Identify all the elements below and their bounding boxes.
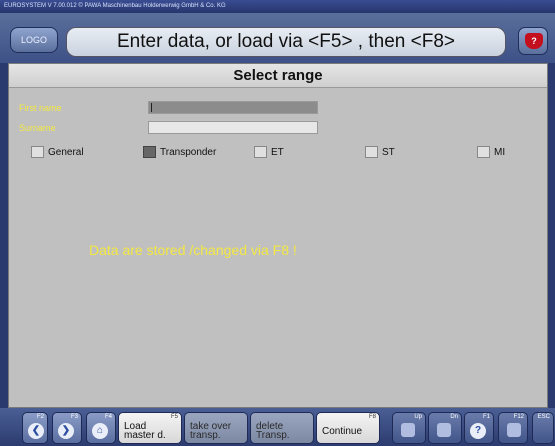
page-down-icon (437, 423, 451, 437)
window-title: EUROSYSTEM V 7.00.012 © PAWA Maschinenba… (4, 3, 226, 9)
key-number: Up (414, 414, 422, 420)
f3-forward-button[interactable]: F3 ❯ (52, 412, 82, 444)
button-label: take over transp. (190, 421, 232, 441)
key-number: F2 (36, 414, 44, 420)
f4-home-button[interactable]: F4 ⌂ (86, 412, 116, 444)
first-name-label: First name (19, 103, 62, 113)
key-number: ESC (537, 414, 550, 420)
surname-field[interactable] (148, 121, 318, 134)
f5-load-master-data-button[interactable]: F5 Load master d. (118, 412, 182, 444)
page-title: Select range (9, 64, 547, 88)
status-message: Data are stored /changed via F8 ! (89, 242, 297, 258)
first-name-field[interactable] (148, 101, 318, 114)
checkbox-general[interactable]: General (31, 146, 84, 158)
delete-transponder-button[interactable]: delete Transp. (250, 412, 314, 444)
page-down-button[interactable]: Dn (428, 412, 462, 444)
text-cursor (151, 103, 152, 112)
button-label: Load master d. (124, 421, 166, 441)
help-icon: ? (525, 33, 543, 49)
key-number: F3 (70, 414, 78, 420)
key-number: F1 (482, 414, 490, 420)
checkbox-transponder[interactable]: Transponder (143, 146, 216, 158)
f1-help-button[interactable]: F1 ? (464, 412, 494, 444)
key-number: F5 (170, 414, 178, 420)
button-label: delete Transp. (256, 421, 290, 441)
escape-button[interactable]: ESC (532, 412, 554, 444)
page-up-icon (401, 423, 415, 437)
surname-label: Surname (19, 123, 56, 133)
key-number: F4 (104, 414, 112, 420)
checkbox-label: Transponder (160, 146, 217, 158)
arrow-right-icon: ❯ (58, 423, 74, 439)
checkbox-box (365, 146, 378, 158)
tool-icon (507, 423, 521, 437)
checkbox-et[interactable]: ET (254, 146, 284, 158)
button-label: Continue (322, 426, 363, 437)
checkbox-label: ET (271, 146, 284, 158)
instruction-banner: Enter data, or load via <F5> , then <F8> (66, 27, 506, 57)
key-number: F8 (368, 414, 376, 420)
checkbox-label: MI (494, 146, 506, 158)
take-over-transponder-button[interactable]: take over transp. (184, 412, 248, 444)
checkbox-box-checked (143, 146, 156, 158)
page-up-button[interactable]: Up (392, 412, 426, 444)
checkbox-label: ST (382, 146, 395, 158)
checkbox-box (31, 146, 44, 158)
checkbox-box (254, 146, 267, 158)
f12-button[interactable]: F12 (498, 412, 528, 444)
checkbox-box (477, 146, 490, 158)
key-number: F12 (513, 414, 524, 420)
arrow-left-icon: ❮ (28, 423, 44, 439)
checkbox-st[interactable]: ST (365, 146, 395, 158)
help-icon: ? (470, 423, 486, 439)
checkbox-mi[interactable]: MI (477, 146, 505, 158)
f2-back-button[interactable]: F2 ❮ (22, 412, 48, 444)
header-bar: LOGO Enter data, or load via <F5> , then… (0, 13, 555, 63)
function-key-bar: F2 ❮ F3 ❯ F4 ⌂ F5 Load master d. take ove… (0, 408, 555, 446)
main-panel: Select range First name Surname General … (8, 63, 548, 408)
home-icon: ⌂ (92, 423, 108, 439)
f8-continue-button[interactable]: F8 Continue (316, 412, 380, 444)
key-number: Dn (450, 414, 458, 420)
logo-button[interactable]: LOGO (10, 27, 58, 53)
window-titlebar: EUROSYSTEM V 7.00.012 © PAWA Maschinenba… (0, 0, 555, 13)
checkbox-label: General (48, 146, 84, 158)
help-button[interactable]: ? (518, 27, 548, 55)
